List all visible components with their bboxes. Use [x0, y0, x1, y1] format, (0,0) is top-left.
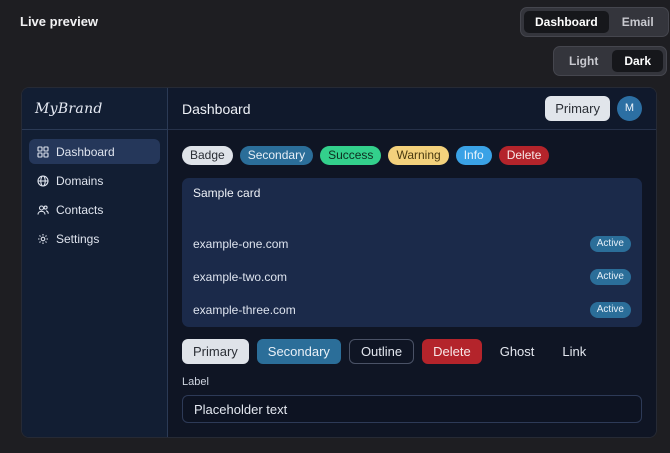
sample-card: Sample card example-one.com Active examp… [182, 178, 642, 327]
topbar-title: Dashboard [182, 100, 251, 117]
sidebar-nav: Dashboard Domains Contacts Settings [22, 130, 167, 264]
delete-button[interactable]: Delete [422, 339, 482, 364]
topbar-primary-button[interactable]: Primary [545, 96, 610, 121]
domain-name: example-one.com [193, 237, 289, 251]
theme-option-dark[interactable]: Dark [612, 50, 664, 72]
domain-name: example-two.com [193, 270, 288, 284]
sidebar-item-label: Domains [56, 173, 104, 188]
main-content: Dashboard Primary M Badge Secondary Succ… [168, 88, 656, 437]
status-badge: Active [589, 302, 631, 318]
topbar: Dashboard Primary M [168, 88, 656, 130]
sidebar-item-settings[interactable]: Settings [29, 226, 160, 251]
badge-danger: Delete [498, 146, 550, 165]
link-button[interactable]: Link [552, 339, 596, 364]
list-item: example-two.com Active [193, 267, 631, 287]
theme-option-light[interactable]: Light [557, 50, 610, 72]
view-option-email[interactable]: Email [611, 11, 665, 33]
outline-button[interactable]: Outline [348, 339, 415, 364]
badge-default: Badge [182, 146, 233, 165]
brand-logo: MyBrand [22, 88, 167, 130]
sidebar: MyBrand Dashboard Domains Contacts Setti… [22, 88, 168, 437]
sidebar-item-label: Settings [56, 231, 100, 246]
page-title: Live preview [20, 14, 99, 29]
badge-row: Badge Secondary Success Warning Info Del… [182, 146, 550, 165]
sidebar-item-label: Dashboard [56, 144, 115, 159]
badge-success: Success [320, 146, 382, 165]
sidebar-item-dashboard[interactable]: Dashboard [29, 139, 160, 164]
badge-info: Info [455, 146, 492, 165]
field-label: Label [182, 376, 209, 388]
avatar[interactable]: M [617, 96, 642, 121]
badge-warning: Warning [388, 146, 449, 165]
preview-frame: MyBrand Dashboard Domains Contacts Setti… [21, 87, 657, 438]
status-badge: Active [589, 269, 631, 285]
live-preview-page: Live preview Dashboard Email Light Dark … [0, 0, 670, 453]
globe-icon [37, 174, 49, 187]
grid-icon [37, 145, 49, 158]
secondary-button[interactable]: Secondary [256, 339, 341, 364]
list-item: example-one.com Active [193, 234, 631, 254]
status-badge: Active [589, 236, 631, 252]
ghost-button[interactable]: Ghost [490, 339, 545, 364]
list-item: example-three.com Active [193, 300, 631, 320]
sidebar-item-label: Contacts [56, 202, 104, 217]
badge-secondary: Secondary [239, 146, 314, 165]
gear-icon [38, 233, 48, 244]
view-option-dashboard[interactable]: Dashboard [524, 11, 609, 33]
users-icon [37, 204, 49, 215]
sidebar-item-contacts[interactable]: Contacts [29, 197, 160, 222]
primary-button[interactable]: Primary [182, 339, 249, 364]
theme-switch: Light Dark [553, 46, 668, 76]
button-row: Primary Secondary Outline Delete Ghost L… [182, 339, 596, 364]
domain-name: example-three.com [193, 303, 296, 317]
text-input[interactable] [182, 395, 642, 423]
sidebar-item-domains[interactable]: Domains [29, 168, 160, 193]
view-switch: Dashboard Email [520, 7, 669, 37]
card-title: Sample card [193, 186, 261, 200]
